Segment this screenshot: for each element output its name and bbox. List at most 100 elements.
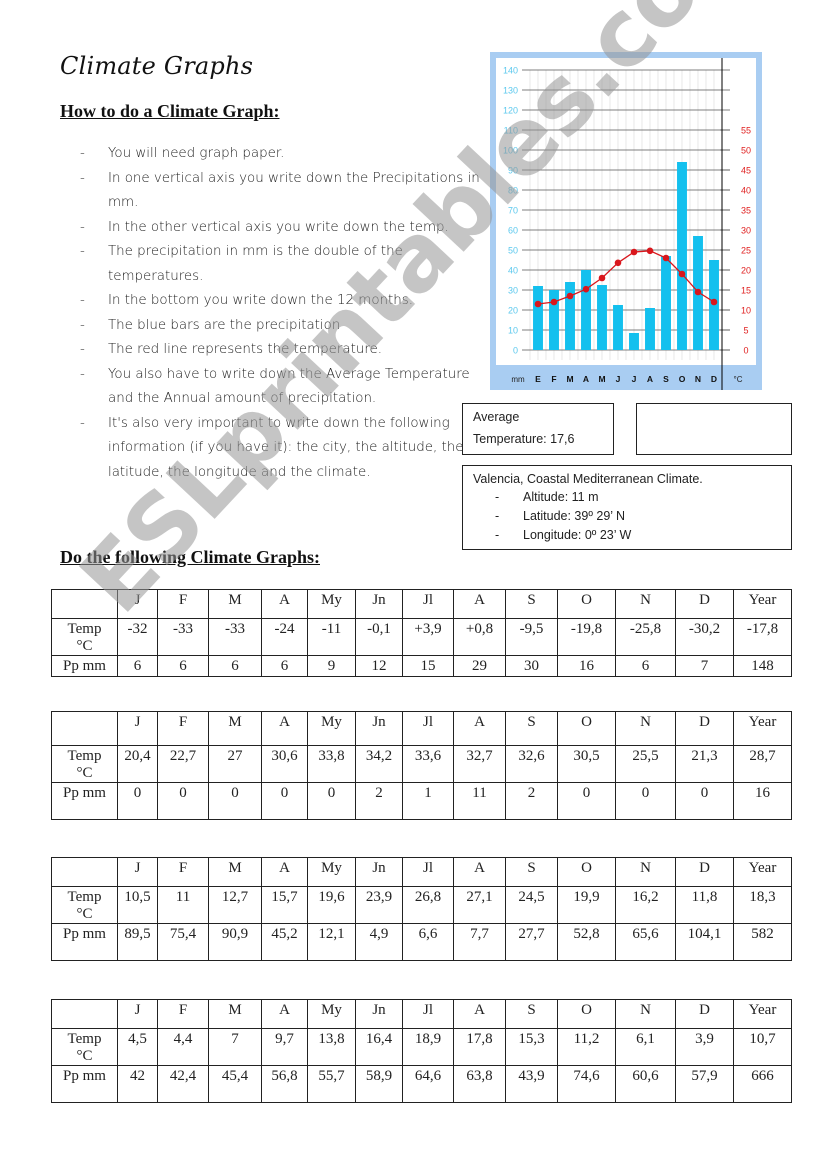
- table-cell: 17,8: [453, 1028, 506, 1066]
- instruction-text: The red line represents the temperature.: [108, 342, 383, 357]
- table-cell: 58,9: [355, 1065, 403, 1103]
- month-header: Jn: [355, 999, 403, 1029]
- month-label: E: [535, 374, 541, 384]
- month-header: A: [261, 711, 308, 746]
- precipitation-row: Pp mm 89,5 75,4 90,9 45,2 12,1 4,9 6,6 7,7 27,7 52…: [51, 923, 792, 961]
- bullet-dash: -: [495, 509, 500, 523]
- temperature-point: [678, 270, 686, 278]
- month-label: J: [616, 374, 621, 384]
- month-header: Jn: [355, 711, 403, 746]
- table-cell: 6: [261, 655, 308, 677]
- month-header: Year: [733, 589, 792, 619]
- right-axis-tick-label: 5: [743, 326, 748, 336]
- left-axis-tick-label: 50: [508, 246, 518, 256]
- table-cell: 6: [117, 655, 158, 677]
- left-axis-tick-label: 40: [508, 266, 518, 276]
- table-cell: -30,2: [675, 618, 734, 656]
- table-cell: -17,8: [733, 618, 792, 656]
- table-header-row: J F M A My Jn Jl A S O N D Year: [51, 857, 792, 887]
- bullet-dash: -: [495, 490, 500, 504]
- bullet-dash: -: [80, 219, 85, 235]
- row-header: Pp mm: [51, 923, 118, 961]
- month-header: D: [675, 857, 734, 887]
- month-header: Jl: [402, 589, 454, 619]
- table-cell: -11: [307, 618, 356, 656]
- right-axis-tick-label: 55: [741, 126, 751, 136]
- left-axis-tick-label: 70: [508, 206, 518, 216]
- month-header: A: [261, 999, 308, 1029]
- instruction-text: You will need graph paper.: [108, 146, 285, 161]
- instruction-item: - In the bottom you write down the 12 mon…: [80, 289, 480, 314]
- table-cell: 43,9: [505, 1065, 558, 1103]
- month-header: Jn: [355, 589, 403, 619]
- month-header: My: [307, 711, 356, 746]
- table-cell: 16: [557, 655, 616, 677]
- month-header: O: [557, 711, 616, 746]
- table-cell: 32,7: [453, 745, 506, 783]
- table-cell: 16,4: [355, 1028, 403, 1066]
- table-cell: 0: [117, 782, 158, 820]
- bullet-dash: -: [80, 146, 85, 161]
- month-header: A: [453, 711, 506, 746]
- right-axis-tick-label: 40: [741, 186, 751, 196]
- month-header: A: [261, 857, 308, 887]
- precipitation-bar: [581, 270, 591, 350]
- table-cell: 10,5: [117, 886, 158, 924]
- precipitation-bar: [613, 305, 623, 350]
- row-header: Pp mm: [51, 782, 118, 820]
- table-cell: 90,9: [208, 923, 262, 961]
- table-cell: 6,6: [402, 923, 454, 961]
- right-axis-tick-label: 45: [741, 166, 751, 176]
- table-cell: 3,9: [675, 1028, 734, 1066]
- instruction-item: - The red line represents the temperature…: [80, 338, 480, 363]
- table-cell: 11,8: [675, 886, 734, 924]
- table-cell: 12,1: [307, 923, 356, 961]
- precipitation-bar: [661, 256, 671, 350]
- left-axis-tick-label: 30: [508, 286, 518, 296]
- temperature-point: [694, 288, 702, 296]
- instruction-item: - The precipitation in mm is the double o…: [80, 240, 480, 289]
- table-header-row: J F M A My Jn Jl A S O N D Year: [51, 589, 792, 619]
- table-cell: 10,7: [733, 1028, 792, 1066]
- table-cell: +0,8: [453, 618, 506, 656]
- precipitation-bar: [629, 333, 639, 350]
- month-header: F: [157, 711, 209, 746]
- table-cell: 4,4: [157, 1028, 209, 1066]
- instruction-text: It's also very important to write down t…: [108, 415, 464, 480]
- right-axis-tick-label: 15: [741, 286, 751, 296]
- month-label: A: [583, 374, 589, 384]
- table-cell: 30: [505, 655, 558, 677]
- table-cell: 30,5: [557, 745, 616, 783]
- month-header: A: [261, 589, 308, 619]
- left-axis-tick-label: 130: [503, 86, 518, 96]
- month-label: A: [647, 374, 653, 384]
- month-header: D: [675, 999, 734, 1029]
- right-axis-tick-label: 10: [741, 306, 751, 316]
- row-header: Temp °C: [51, 886, 118, 924]
- left-axis-tick-label: 10: [508, 326, 518, 336]
- right-axis-tick-label: 30: [741, 226, 751, 236]
- left-axis-tick-label: 110: [504, 126, 518, 136]
- precipitation-bar: [645, 308, 655, 350]
- table-cell: 34,2: [355, 745, 403, 783]
- table-cell: 74,6: [557, 1065, 616, 1103]
- month-header: J: [117, 857, 158, 887]
- how-to-heading: How to do a Climate Graph:: [60, 101, 280, 121]
- month-header: M: [208, 589, 262, 619]
- month-label: S: [663, 374, 669, 384]
- instruction-text: In the bottom you write down the 12 mont…: [108, 293, 414, 308]
- climate-chart-svg: 0 10 20 30 40 50 60 70 80 90 100 110 120 130 140 0 5 10 15…: [496, 58, 756, 390]
- month-header: F: [157, 857, 209, 887]
- table-cell: 1: [402, 782, 454, 820]
- table-cell: 11: [453, 782, 506, 820]
- month-header: My: [307, 589, 356, 619]
- left-axis-tick-label: 90: [508, 166, 518, 176]
- page-title: Climate Graphs: [60, 52, 254, 80]
- table-cell: 0: [557, 782, 616, 820]
- month-header: J: [117, 589, 158, 619]
- instruction-text: You also have to write down the Average …: [108, 366, 470, 407]
- table-cell: 12,7: [208, 886, 262, 924]
- month-header: A: [453, 857, 506, 887]
- climate-table-3: J F M A My Jn Jl A S O N D Year Temp °C 10,5 11 12,7 15,7…: [51, 857, 792, 961]
- month-header: My: [307, 857, 356, 887]
